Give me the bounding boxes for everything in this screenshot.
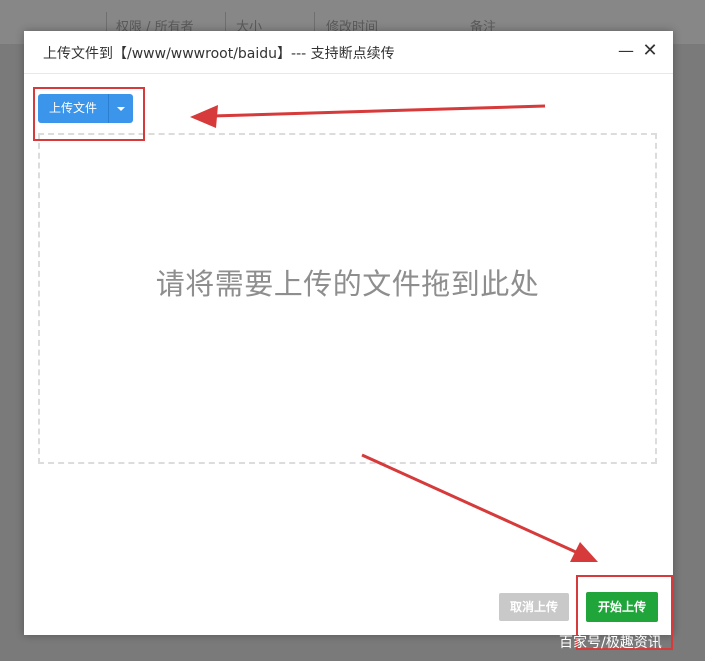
drop-hint-text: 请将需要上传的文件拖到此处: [155, 267, 540, 301]
dialog-titlebar: 上传文件到【/www/wwwroot/baidu】--- 支持断点续传 — ✕: [24, 31, 673, 74]
minimize-icon[interactable]: —: [616, 41, 636, 61]
upload-button-highlight: [33, 87, 145, 141]
dialog-title: 上传文件到【/www/wwwroot/baidu】--- 支持断点续传: [43, 46, 395, 62]
file-drop-zone[interactable]: 请将需要上传的文件拖到此处: [38, 133, 657, 464]
close-icon[interactable]: ✕: [640, 41, 660, 61]
cancel-upload-button[interactable]: 取消上传: [499, 593, 569, 621]
watermark-text: 百家号/极趣资讯: [559, 635, 662, 651]
